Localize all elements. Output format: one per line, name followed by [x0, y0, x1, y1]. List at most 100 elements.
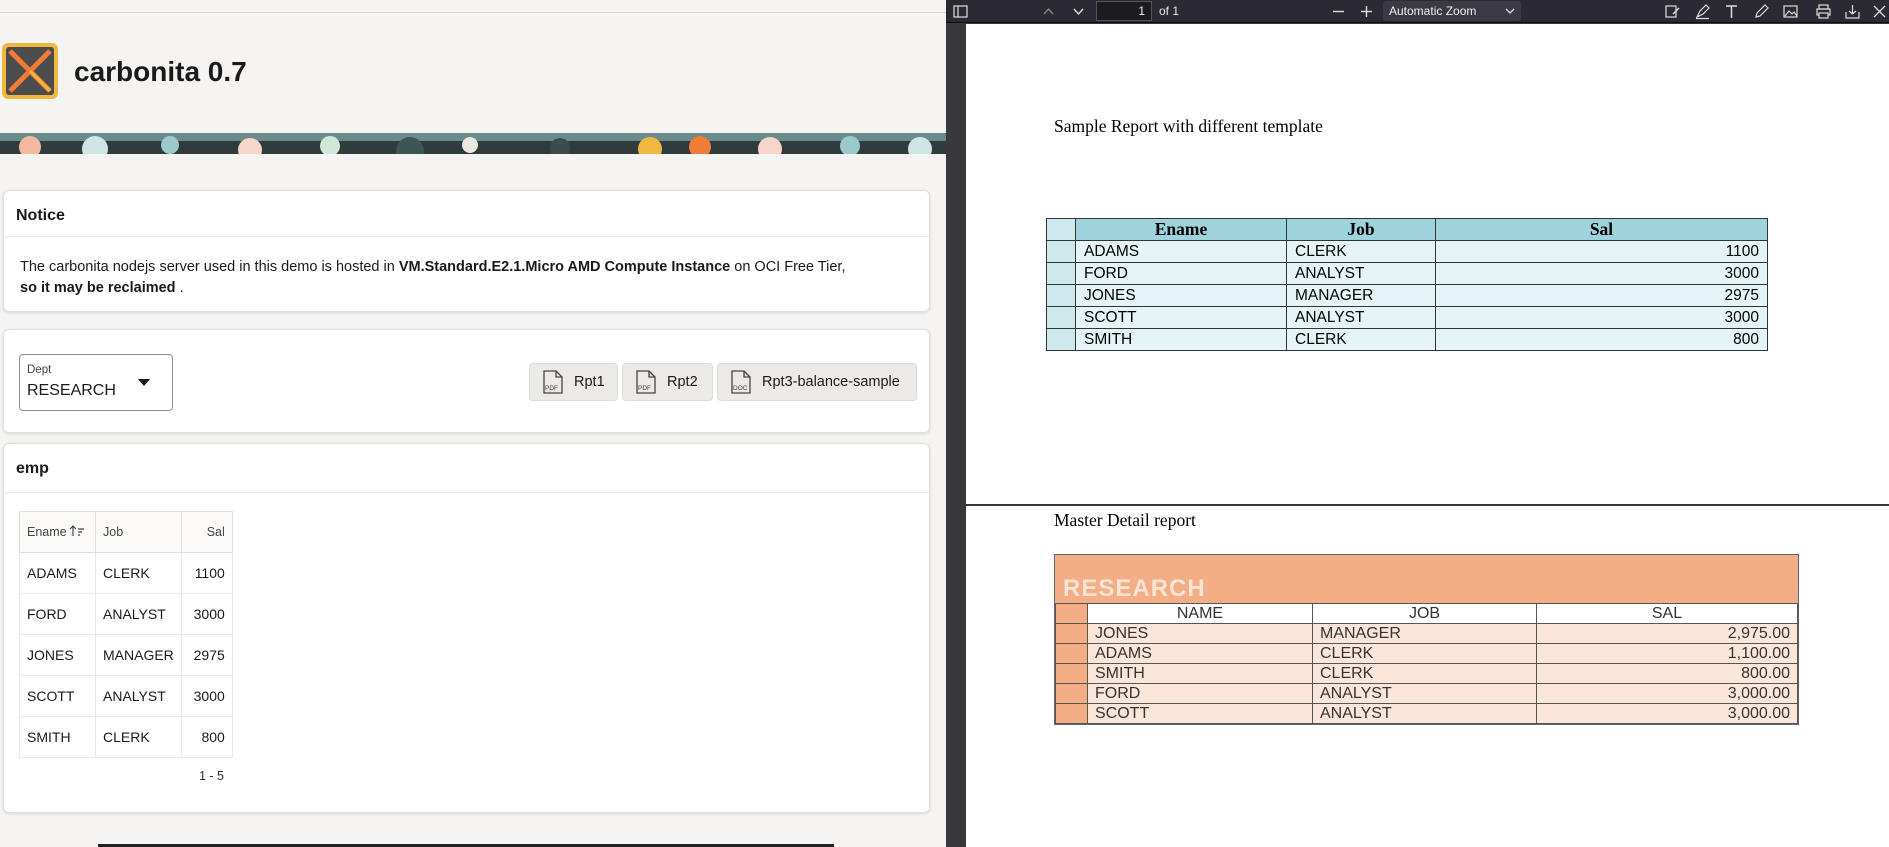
report-controls-region: Dept RESEARCH PDF Rpt1 PDF Rpt2 DOC Rpt3… — [3, 329, 930, 433]
table-cell: 3,000.00 — [1536, 703, 1798, 724]
notice-region: Notice The carbonita nodejs server used … — [3, 190, 930, 312]
table-cell: MANAGER — [1312, 623, 1537, 644]
table-row: ADAMS CLERK 1100 — [19, 552, 233, 594]
table-cell: ANALYST — [1312, 683, 1537, 704]
dept-value: RESEARCH — [27, 382, 116, 399]
table-row: ADAMS CLERK 1,100.00 — [1055, 643, 1798, 664]
pdf-document: Sample Report with different template En… — [946, 24, 1889, 847]
sidebar-toggle-icon[interactable] — [952, 3, 969, 20]
hero-region: carbonita 0.7 — [0, 13, 946, 141]
rpt2-label: Rpt2 — [667, 374, 698, 390]
table-cell: 1100 — [180, 552, 233, 594]
table-cell: 3000 — [180, 593, 233, 635]
table-row: SMITH CLERK 800 — [19, 716, 233, 758]
notice-text-part: on OCI Free Tier, — [730, 259, 846, 275]
column-header-ename[interactable]: Ename — [19, 511, 96, 553]
rpt3-label: Rpt3-balance-sample — [762, 374, 900, 390]
report1-heading: Sample Report with different template — [1054, 116, 1323, 136]
table-cell: ADAMS — [1087, 643, 1313, 664]
table-row: FORD ANALYST 3,000.00 — [1055, 683, 1798, 704]
table-cell: JONES — [19, 634, 96, 676]
rpt3-balance-sample-button[interactable]: DOC Rpt3-balance-sample — [717, 363, 917, 401]
pdf-file-icon: PDF — [636, 370, 656, 394]
row-marker — [1046, 306, 1076, 329]
text-tool-icon[interactable] — [1723, 3, 1740, 20]
pagination-range: 1 - 5 — [199, 769, 225, 783]
table-row: SCOTT ANALYST 3000 — [1046, 306, 1768, 329]
table-row: FORD ANALYST 3000 — [19, 593, 233, 635]
table-row: FORD ANALYST 3000 — [1046, 262, 1768, 285]
doc-file-icon: DOC — [731, 370, 751, 394]
table-row: SCOTT ANALYST 3,000.00 — [1055, 703, 1798, 724]
row-marker — [1046, 262, 1076, 285]
table-cell: 800 — [180, 716, 233, 758]
row-marker — [1055, 623, 1088, 644]
table-cell: ADAMS — [19, 552, 96, 594]
svg-text:DOC: DOC — [733, 385, 748, 392]
svg-text:PDF: PDF — [545, 385, 558, 392]
column-header: NAME — [1087, 603, 1313, 624]
page-number-input[interactable]: 1 — [1096, 1, 1152, 21]
table-row: JONES MANAGER 2975 — [1046, 284, 1768, 307]
zoom-out-icon[interactable] — [1330, 3, 1347, 20]
next-page-icon[interactable] — [1070, 3, 1087, 20]
column-header: Ename — [1075, 218, 1287, 241]
table-cell: 3000 — [1435, 306, 1768, 329]
row-marker — [1046, 284, 1076, 307]
emp-region: emp Ename Job Sal ADAMS CLERK 1100 FORD ANAL… — [3, 443, 930, 813]
draw-icon[interactable] — [1753, 3, 1770, 20]
image-icon[interactable] — [1782, 3, 1799, 20]
column-header: Sal — [1435, 218, 1768, 241]
highlight-text-icon[interactable] — [1664, 3, 1681, 20]
notice-warning: so it may be reclaimed — [20, 280, 176, 296]
hero-decoration — [0, 133, 946, 154]
save-icon[interactable] — [1844, 3, 1861, 20]
row-marker — [1055, 663, 1088, 684]
emp-report-table: Ename Job Sal ADAMS CLERK 1100 FORD ANALYST 3… — [19, 511, 233, 758]
notice-instance-name: VM.Standard.E2.1.Micro AMD Compute Insta… — [398, 259, 731, 275]
zoom-in-icon[interactable] — [1358, 3, 1375, 20]
table-cell: SCOTT — [19, 675, 96, 717]
top-bar — [0, 0, 946, 13]
divider — [4, 236, 929, 237]
print-icon[interactable] — [1815, 3, 1832, 20]
column-header-sal[interactable]: Sal — [180, 511, 233, 553]
table-cell: SMITH — [1087, 663, 1313, 684]
row-marker — [1046, 218, 1076, 241]
pdf-file-icon: PDF — [543, 370, 563, 394]
page-count: of 1 — [1159, 4, 1180, 18]
table-cell: 1100 — [1435, 240, 1768, 263]
table-cell: 800 — [1435, 328, 1768, 351]
tools-menu-icon[interactable] — [1871, 3, 1888, 20]
table-cell: 2,975.00 — [1536, 623, 1798, 644]
pdf-viewer-pane: 1 of 1 Automatic Zoom Sample Report with… — [946, 0, 1889, 847]
highlight-icon[interactable] — [1694, 3, 1711, 20]
notice-text-part: The carbonita nodejs server used in this… — [20, 259, 399, 275]
group-name: RESEARCH — [1063, 575, 1206, 602]
table-header-row: NAME JOB SAL — [1055, 603, 1798, 624]
row-marker — [1055, 703, 1088, 724]
app-title: carbonita 0.7 — [74, 56, 247, 87]
rpt2-button[interactable]: PDF Rpt2 — [622, 363, 713, 401]
table-cell: SMITH — [19, 716, 96, 758]
emp-title: emp — [16, 460, 49, 477]
table-cell: SCOTT — [1075, 306, 1287, 329]
rpt1-label: Rpt1 — [574, 374, 605, 390]
table-cell: JONES — [1075, 284, 1287, 307]
column-header-job[interactable]: Job — [95, 511, 182, 553]
table-row: JONES MANAGER 2975 — [19, 634, 233, 676]
table-cell: FORD — [19, 593, 96, 635]
table-cell: CLERK — [95, 716, 182, 758]
table-cell: FORD — [1087, 683, 1313, 704]
zoom-select[interactable]: Automatic Zoom — [1383, 1, 1521, 21]
table-cell: SMITH — [1075, 328, 1287, 351]
table-cell: ANALYST — [95, 675, 182, 717]
column-header: SAL — [1536, 603, 1798, 624]
previous-page-icon[interactable] — [1040, 3, 1057, 20]
dept-select[interactable]: Dept RESEARCH — [19, 354, 173, 411]
table-cell: FORD — [1075, 262, 1287, 285]
table-cell: 800.00 — [1536, 663, 1798, 684]
rpt1-button[interactable]: PDF Rpt1 — [529, 363, 618, 401]
table-cell: ANALYST — [1286, 262, 1436, 285]
table-header-row: Ename Job Sal — [19, 511, 233, 553]
